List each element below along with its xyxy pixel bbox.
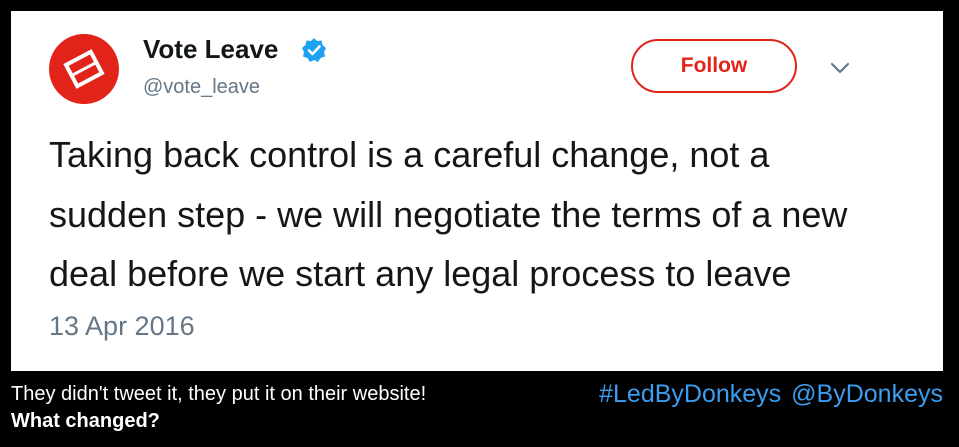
vote-leave-logo-icon[interactable] (49, 34, 119, 104)
footer-tags: #LedByDonkeys @ByDonkeys (589, 380, 943, 409)
tweet-card: Vote Leave @vote_leave Follow Taking bac… (11, 11, 943, 371)
mention-link[interactable]: @ByDonkeys (791, 380, 943, 408)
tweet-date[interactable]: 13 Apr 2016 (49, 311, 195, 342)
tweet-text-line: sudden step - we will negotiate the term… (49, 194, 848, 235)
account-handle[interactable]: @vote_leave (143, 76, 260, 99)
hashtag-link[interactable]: #LedByDonkeys (599, 380, 781, 408)
follow-button[interactable]: Follow (631, 39, 797, 93)
account-name[interactable]: Vote Leave (143, 34, 278, 65)
caption-question: What changed? (11, 410, 160, 432)
chevron-down-icon[interactable] (829, 61, 851, 75)
tweet-text-line: Taking back control is a careful change,… (49, 134, 770, 175)
tweet-text-line: deal before we start any legal process t… (49, 253, 792, 294)
verified-badge-icon (302, 38, 326, 62)
caption-line: They didn't tweet it, they put it on the… (11, 383, 427, 405)
